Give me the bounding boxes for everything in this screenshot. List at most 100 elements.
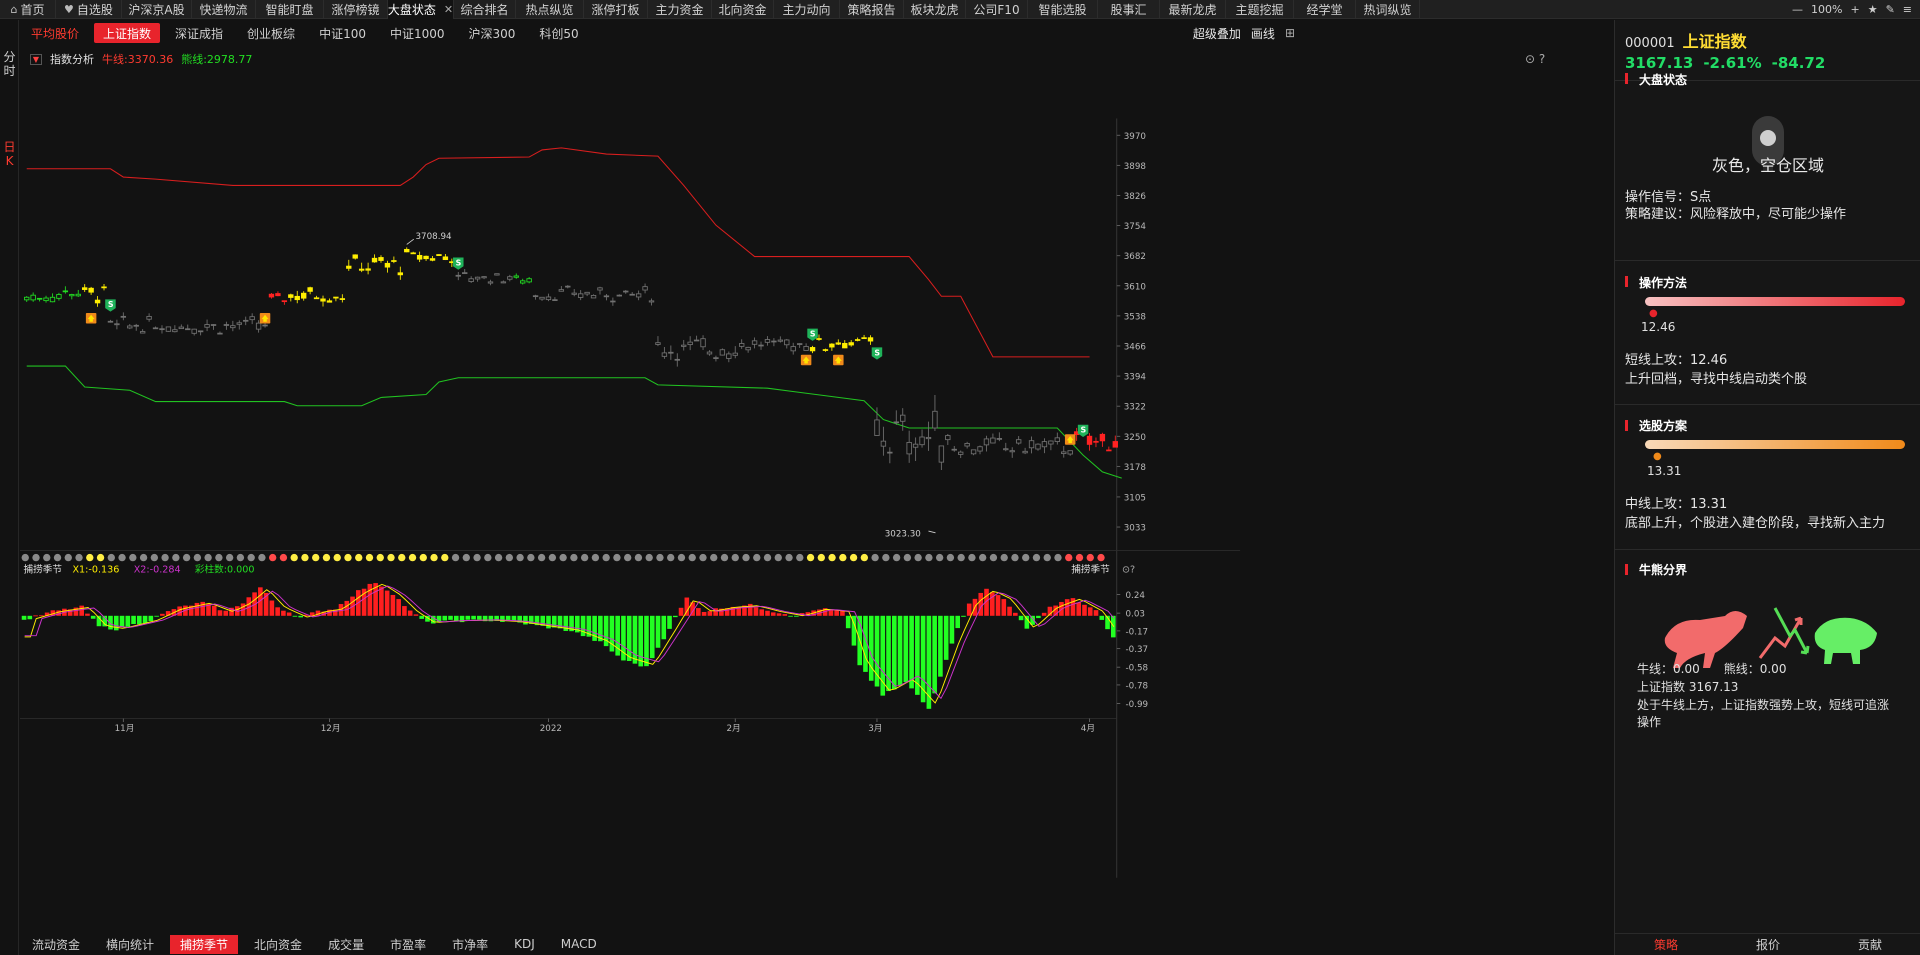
nav-tab[interactable]: 热词纵览: [1356, 0, 1420, 19]
layout-icon[interactable]: ⊞: [1285, 26, 1295, 40]
nav-tab[interactable]: 智能选股: [1028, 0, 1098, 19]
zoom-level[interactable]: 100%: [1811, 3, 1842, 16]
nav-tab-label: 大盘状态: [387, 2, 436, 17]
market-status: 灰色，空仓区域: [1711, 156, 1824, 175]
nav-tab[interactable]: 最新龙虎: [1160, 0, 1226, 19]
index-tab[interactable]: 上证指数: [94, 23, 161, 43]
bear-value: 熊线：0.00: [1723, 662, 1787, 676]
indicator-tab[interactable]: 横向统计: [96, 935, 164, 954]
nav-tab[interactable]: 主力资金: [648, 0, 712, 19]
index-tab[interactable]: 平均股价: [22, 23, 88, 43]
histogram-bar: [626, 615, 632, 662]
settings-icon[interactable]: ⊙: [1525, 52, 1535, 66]
candlestick-chart[interactable]: 3970 3898 3826 3754 3682 3610 3538 3466 3394 3322…: [20, 64, 1415, 934]
star-icon[interactable]: ★: [1868, 3, 1878, 16]
panel-tab[interactable]: 报价: [1717, 934, 1819, 955]
histogram-bar: [840, 610, 845, 616]
indicator-tab[interactable]: 北向资金: [244, 935, 312, 954]
index-tab[interactable]: 创业板综: [238, 23, 304, 43]
indicator-tab[interactable]: 市净率: [442, 935, 498, 954]
candle-body: [24, 296, 30, 301]
pencil-icon[interactable]: ✎: [1886, 3, 1895, 16]
nav-tab[interactable]: 主力动向: [774, 0, 840, 19]
candle-body: [577, 293, 584, 298]
state-dot: [656, 553, 664, 562]
nav-tab[interactable]: 经学堂: [1294, 0, 1356, 19]
menu-icon[interactable]: ≡: [1903, 3, 1912, 16]
close-icon[interactable]: ✕: [444, 3, 453, 16]
help-icon[interactable]: ?: [1539, 52, 1545, 66]
index-tab[interactable]: 深证成指: [166, 23, 232, 43]
candle-body: [558, 289, 565, 292]
state-dot: [150, 553, 159, 562]
nav-tab[interactable]: 公司F10: [966, 0, 1028, 19]
state-dot: [182, 553, 191, 562]
dropdown-icon[interactable]: ▼: [30, 53, 42, 65]
nav-tab[interactable]: 主题挖掘: [1226, 0, 1294, 19]
nav-tab-label: 涨停榜镜: [331, 2, 380, 17]
candle-body: [906, 442, 912, 455]
nav-tab[interactable]: 沪深京A股: [122, 0, 192, 19]
state-dot: [828, 553, 836, 562]
indicator-tab[interactable]: 成交量: [318, 935, 374, 954]
candle-body: [230, 325, 236, 329]
sell-marker-letter: S: [108, 300, 114, 309]
index-tab[interactable]: 中证100: [310, 23, 375, 43]
candle-body: [146, 316, 152, 320]
sell-marker-letter: S: [456, 258, 462, 267]
candle-body: [371, 257, 378, 263]
nav-tab[interactable]: 板块龙虎: [904, 0, 966, 19]
nav-tab[interactable]: 综合排名: [454, 0, 516, 19]
draw-line-button[interactable]: 画线: [1251, 25, 1275, 42]
nav-tab[interactable]: ♥ 自选股: [56, 0, 122, 19]
candle-body: [191, 328, 197, 334]
index-tab[interactable]: 沪深300: [460, 23, 525, 43]
nav-tab[interactable]: 涨停打板: [584, 0, 648, 19]
nav-tab[interactable]: 股事汇: [1098, 0, 1160, 19]
nav-tab[interactable]: 智能盯盘: [256, 0, 324, 19]
nav-tab[interactable]: 策略报告: [840, 0, 904, 19]
nav-tab-label: 公司F10: [973, 2, 1020, 17]
overlay-button[interactable]: 超级叠加: [1193, 25, 1241, 42]
candle-body: [101, 286, 107, 289]
nav-tab[interactable]: ⌂ 首页: [0, 0, 56, 19]
tab-daily-k[interactable]: 日K: [2, 140, 17, 168]
nav-tab[interactable]: 快递物流: [192, 0, 256, 19]
histogram-bar: [1076, 602, 1082, 616]
state-dot: [505, 553, 514, 562]
buy-marker-icon: [1064, 434, 1076, 445]
index-tab[interactable]: 科创50: [530, 23, 587, 43]
nav-tab[interactable]: 大盘状态 ✕: [388, 0, 454, 19]
tab-intraday[interactable]: 分时: [2, 50, 17, 78]
nav-tab[interactable]: 热点纵览: [516, 0, 584, 19]
candle-body: [391, 260, 397, 262]
nav-tab[interactable]: 涨停榜镜: [324, 0, 388, 19]
histogram-bar: [39, 615, 44, 617]
histogram-bar: [407, 610, 413, 616]
candle-body: [958, 451, 964, 455]
panel-tab[interactable]: 策略: [1615, 934, 1717, 955]
state-dot: [107, 553, 115, 562]
candle-body: [339, 298, 346, 300]
histogram-bar: [776, 613, 782, 616]
candle-body: [642, 286, 648, 291]
annotation-leader: [928, 530, 936, 534]
sub-indicator-x2: X2:-0.284: [134, 564, 181, 575]
candle-body: [197, 330, 204, 333]
indicator-tab[interactable]: 捕捞季节: [170, 934, 239, 954]
price: 3167.13: [1625, 54, 1694, 72]
indicator-tab[interactable]: 市盈率: [380, 935, 436, 954]
plus-icon[interactable]: +: [1850, 3, 1859, 16]
candle-body: [333, 296, 339, 299]
minus-icon[interactable]: —: [1792, 3, 1803, 16]
panel-tab[interactable]: 贡献: [1819, 934, 1920, 955]
index-tab[interactable]: 中证1000: [381, 23, 454, 43]
nav-tab[interactable]: 北向资金: [712, 0, 774, 19]
indicator-tab[interactable]: KDJ: [504, 935, 545, 954]
histogram-bar: [125, 615, 131, 627]
histogram-bar: [1087, 607, 1093, 616]
indicator-tab[interactable]: MACD: [551, 935, 607, 954]
indicator-tab[interactable]: 流动资金: [22, 935, 90, 954]
state-dot: [570, 553, 578, 562]
state-dot: [946, 553, 955, 562]
